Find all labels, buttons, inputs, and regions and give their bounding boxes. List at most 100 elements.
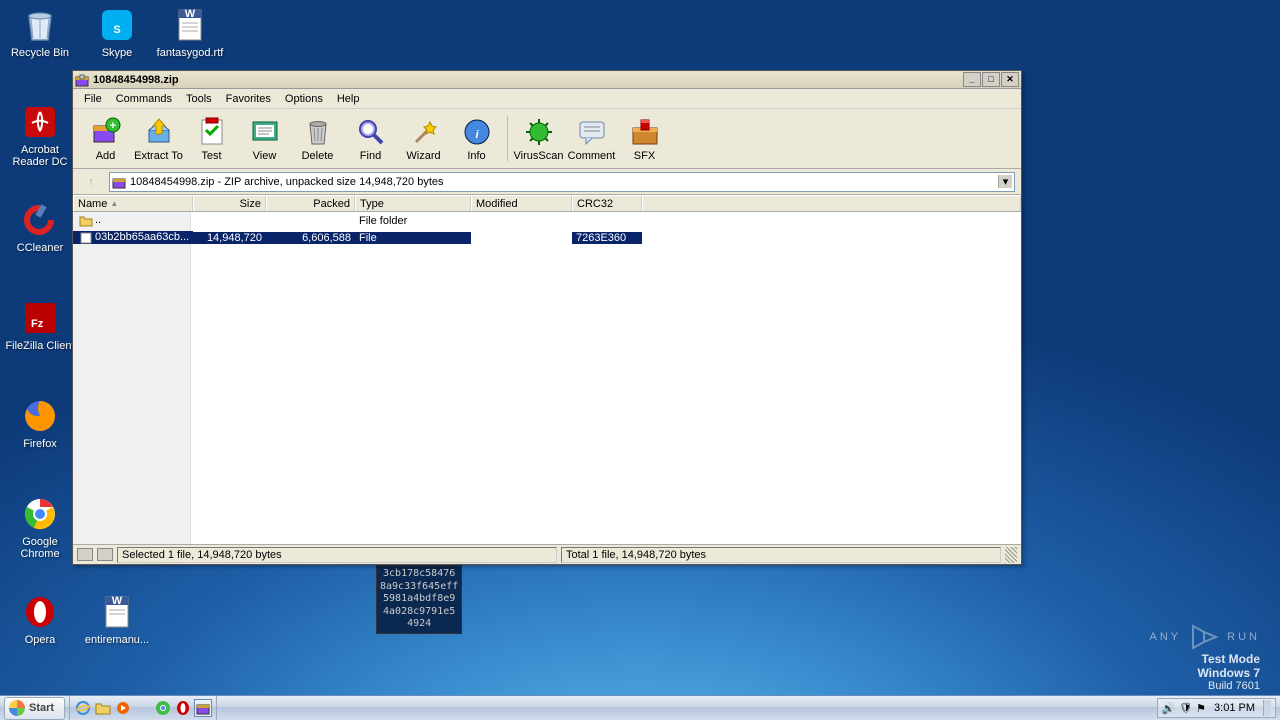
file-list[interactable]: .. File folder 03b2bb65aa63cb... 14,948,… bbox=[73, 212, 1021, 544]
tb-extract[interactable]: Extract To bbox=[132, 111, 185, 167]
ql-opera[interactable] bbox=[174, 699, 192, 717]
desktop-icon-doc2[interactable]: W entiremanu... bbox=[82, 592, 152, 646]
list-item[interactable]: 03b2bb65aa63cb... 14,948,720 6,606,588 F… bbox=[73, 229, 1021, 246]
file-icon bbox=[79, 232, 93, 244]
desktop-icon-ccleaner[interactable]: CCleaner bbox=[5, 200, 75, 254]
wizard-icon bbox=[408, 116, 440, 148]
svg-text:+: + bbox=[109, 120, 115, 132]
tb-comment[interactable]: Comment bbox=[565, 111, 618, 167]
tb-info[interactable]: iInfo bbox=[450, 111, 503, 167]
svg-text:Fz: Fz bbox=[31, 318, 44, 330]
list-item[interactable]: .. File folder bbox=[73, 212, 1021, 229]
tb-sfx[interactable]: SFX bbox=[618, 111, 671, 167]
col-type[interactable]: Type bbox=[355, 195, 471, 211]
tb-virusscan[interactable]: VirusScan bbox=[512, 111, 565, 167]
ql-player[interactable] bbox=[114, 699, 132, 717]
winrar-window: 10848454998.zip _ □ ✕ File Commands Tool… bbox=[72, 70, 1022, 565]
svg-text:W: W bbox=[185, 8, 196, 20]
delete-icon bbox=[302, 116, 334, 148]
ql-ie[interactable] bbox=[74, 699, 92, 717]
play-icon bbox=[1189, 622, 1219, 652]
tray-shield-icon[interactable]: 🛡 bbox=[1179, 703, 1192, 714]
statusbar: Selected 1 file, 14,948,720 bytes Total … bbox=[73, 544, 1021, 564]
ql-chrome[interactable] bbox=[154, 699, 172, 717]
close-button[interactable]: ✕ bbox=[1001, 72, 1019, 87]
system-tray: 🔊 🛡 ⚑ 3:01 PM bbox=[1157, 698, 1276, 718]
info-icon: i bbox=[461, 116, 493, 148]
desktop-icon-opera[interactable]: Opera bbox=[5, 592, 75, 646]
desktop-icon-rtf[interactable]: W fantasygod.rtf bbox=[155, 5, 225, 59]
desktop-icon-chrome[interactable]: Google Chrome bbox=[5, 494, 75, 560]
col-modified[interactable]: Modified bbox=[471, 195, 572, 211]
titlebar[interactable]: 10848454998.zip _ □ ✕ bbox=[73, 71, 1021, 89]
status-icon-key[interactable] bbox=[97, 548, 113, 561]
toolbar: +Add Extract To Test View Delete Find Wi… bbox=[73, 109, 1021, 169]
menu-favorites[interactable]: Favorites bbox=[219, 91, 278, 107]
ccleaner-icon bbox=[20, 200, 60, 240]
taskbar: Start 🔊 🛡 ⚑ 3:01 PM bbox=[0, 695, 1280, 720]
tray-clock[interactable]: 3:01 PM bbox=[1210, 702, 1259, 714]
svg-text:W: W bbox=[112, 595, 123, 607]
archive-icon bbox=[112, 175, 126, 189]
tb-view[interactable]: View bbox=[238, 111, 291, 167]
virus-icon bbox=[523, 116, 555, 148]
tb-add[interactable]: +Add bbox=[79, 111, 132, 167]
status-total: Total 1 file, 14,948,720 bytes bbox=[561, 547, 1001, 563]
watermark: ANYRUN Test Mode Windows 7 Build 7601 bbox=[1150, 622, 1260, 692]
up-button[interactable]: ↑ bbox=[79, 172, 103, 192]
skype-icon: S bbox=[97, 5, 137, 45]
winrar-app-icon bbox=[75, 73, 89, 87]
status-icon-lock[interactable] bbox=[77, 548, 93, 561]
tb-find[interactable]: Find bbox=[344, 111, 397, 167]
menu-commands[interactable]: Commands bbox=[109, 91, 179, 107]
desktop-icon-skype[interactable]: S Skype bbox=[82, 5, 152, 59]
path-text: 10848454998.zip - ZIP archive, unpacked … bbox=[130, 176, 444, 188]
recycle-bin-icon bbox=[20, 5, 60, 45]
col-packed[interactable]: Packed bbox=[266, 195, 355, 211]
document-icon: W bbox=[170, 5, 210, 45]
path-field[interactable]: 10848454998.zip - ZIP archive, unpacked … bbox=[109, 172, 1015, 192]
col-size[interactable]: Size bbox=[193, 195, 266, 211]
col-spacer bbox=[642, 195, 1021, 211]
ql-explorer[interactable] bbox=[94, 699, 112, 717]
toolbar-separator bbox=[507, 116, 508, 161]
folder-icon bbox=[79, 215, 93, 227]
menu-file[interactable]: File bbox=[77, 91, 109, 107]
resize-grip[interactable] bbox=[1005, 547, 1017, 563]
test-icon bbox=[196, 116, 228, 148]
menu-tools[interactable]: Tools bbox=[179, 91, 219, 107]
menu-help[interactable]: Help bbox=[330, 91, 367, 107]
comment-icon bbox=[576, 116, 608, 148]
tray-flag-icon[interactable]: ⚑ bbox=[1196, 702, 1206, 715]
maximize-button[interactable]: □ bbox=[982, 72, 1000, 87]
ql-winrar[interactable] bbox=[194, 699, 212, 717]
ql-spacer bbox=[134, 699, 152, 717]
desktop-icon-acrobat[interactable]: Acrobat Reader DC bbox=[5, 102, 75, 168]
window-title: 10848454998.zip bbox=[93, 74, 962, 86]
firefox-icon bbox=[20, 396, 60, 436]
start-button[interactable]: Start bbox=[4, 697, 65, 720]
view-icon bbox=[249, 116, 281, 148]
minimize-button[interactable]: _ bbox=[963, 72, 981, 87]
sfx-icon bbox=[629, 116, 661, 148]
menu-options[interactable]: Options bbox=[278, 91, 330, 107]
path-dropdown[interactable]: ▾ bbox=[998, 175, 1012, 188]
quicklaunch bbox=[69, 696, 217, 720]
tb-test[interactable]: Test bbox=[185, 111, 238, 167]
tray-volume-icon[interactable]: 🔊 bbox=[1162, 702, 1176, 715]
col-crc[interactable]: CRC32 bbox=[572, 195, 642, 211]
desktop-icon-firefox[interactable]: Firefox bbox=[5, 396, 75, 450]
svg-text:S: S bbox=[113, 24, 120, 36]
opera-icon bbox=[20, 592, 60, 632]
tray-desktop-button[interactable] bbox=[1263, 700, 1271, 716]
chrome-icon bbox=[20, 494, 60, 534]
tb-wizard[interactable]: Wizard bbox=[397, 111, 450, 167]
filezilla-icon: Fz bbox=[20, 298, 60, 338]
menubar: File Commands Tools Favorites Options He… bbox=[73, 89, 1021, 109]
desktop-icon-filezilla[interactable]: Fz FileZilla Client bbox=[5, 298, 75, 352]
col-name[interactable]: Name ▲ bbox=[73, 195, 193, 211]
tb-delete[interactable]: Delete bbox=[291, 111, 344, 167]
list-header: Name ▲ Size Packed Type Modified CRC32 bbox=[73, 195, 1021, 212]
hash-tooltip: 3cb178c58476 8a9c33f645eff 5981a4bdf8e9 … bbox=[376, 565, 462, 634]
desktop-icon-recycle-bin[interactable]: Recycle Bin bbox=[5, 5, 75, 59]
